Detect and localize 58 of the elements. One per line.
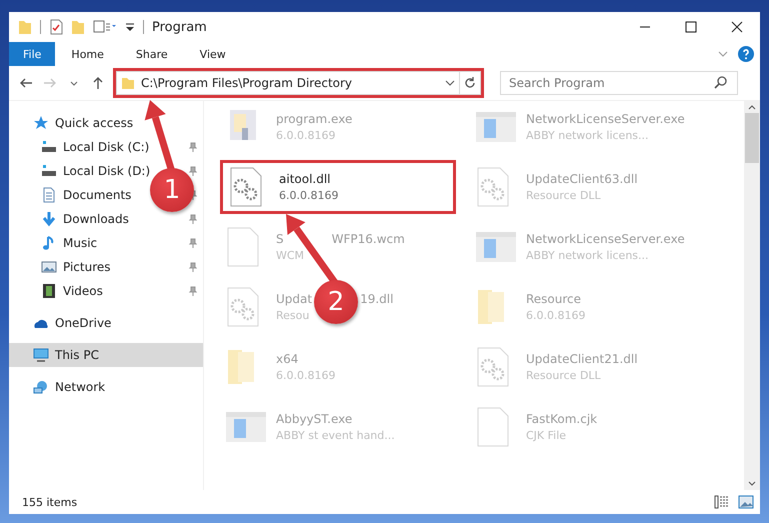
ribbon-tab[interactable]: File (9, 42, 56, 66)
drive-icon (41, 163, 57, 179)
dropdown-icon[interactable] (445, 80, 455, 86)
folder-icon (121, 76, 135, 90)
sidebar-item[interactable]: Quick access (9, 111, 134, 135)
dropdown-icon[interactable] (125, 22, 135, 32)
file-name[interactable]: aitool.dll (279, 172, 331, 186)
file-detail: ABBY network licens... (526, 249, 650, 262)
details-view-icon[interactable] (714, 495, 730, 509)
forward-icon (43, 76, 57, 90)
window-title: Program (152, 20, 208, 34)
file-detail: 6.0.0.8169 (276, 369, 336, 382)
address-path: C:\Program Files\Program Directory (141, 76, 354, 90)
star-icon (33, 115, 49, 131)
file-detail: WCM (276, 249, 306, 262)
sidebar-item[interactable]: Network (9, 375, 106, 399)
document-icon (41, 187, 57, 203)
address-bar[interactable]: C:\Program Files\Program Directory (116, 71, 459, 95)
properties-icon[interactable] (49, 19, 63, 35)
sidebar-item[interactable]: Local Disk (D:) (9, 159, 150, 183)
monitor-icon (33, 347, 49, 363)
sidebar-item[interactable]: Downloads (9, 207, 129, 231)
network-icon (33, 379, 49, 395)
sidebar-item[interactable]: Music (9, 231, 98, 255)
large-icons-view-icon[interactable] (738, 495, 754, 509)
refresh-icon (464, 77, 476, 89)
ribbon-tab[interactable]: Share (120, 42, 184, 66)
sidebar-item[interactable]: OneDrive (9, 311, 112, 335)
item-count: 155 items (22, 496, 78, 508)
download-icon (41, 211, 57, 227)
file-detail: Resource DLL (526, 189, 602, 202)
sidebar-item[interactable]: Videos (9, 279, 103, 303)
sidebar-item[interactable]: Local Disk (C:) (9, 135, 150, 159)
sidebar-item[interactable]: This PC (9, 343, 203, 367)
customize-icon[interactable] (93, 20, 117, 34)
maximize-icon (685, 21, 697, 33)
file-detail: CJK File (526, 429, 568, 442)
help-icon[interactable] (738, 46, 754, 62)
back-icon (19, 76, 33, 90)
file-detail: ABBY st event hand... (276, 429, 395, 442)
file-detail: ABBY network licens... (526, 129, 650, 142)
sidebar-item[interactable]: Pictures (9, 255, 111, 279)
picture-icon (41, 259, 57, 275)
ribbon-tab[interactable]: Home (55, 42, 120, 66)
refresh-button[interactable] (459, 71, 481, 95)
scrollbar-thumb[interactable] (745, 113, 759, 163)
sidebar-item[interactable]: Documents (9, 183, 132, 207)
up-icon (91, 76, 105, 90)
file-detail: Resource DLL (526, 369, 602, 382)
close-icon (731, 21, 743, 33)
file-detail: 6.0.0.8169 (526, 309, 586, 322)
film-icon (41, 283, 57, 299)
ribbon-tab[interactable]: View (184, 42, 242, 66)
file-detail: Resou (276, 309, 310, 322)
drive-icon (41, 139, 57, 155)
expand-ribbon-icon[interactable] (718, 51, 728, 57)
file-detail: 6.0.0.8169 (276, 129, 336, 142)
file-detail: 6.0.0.8169 (279, 189, 338, 202)
